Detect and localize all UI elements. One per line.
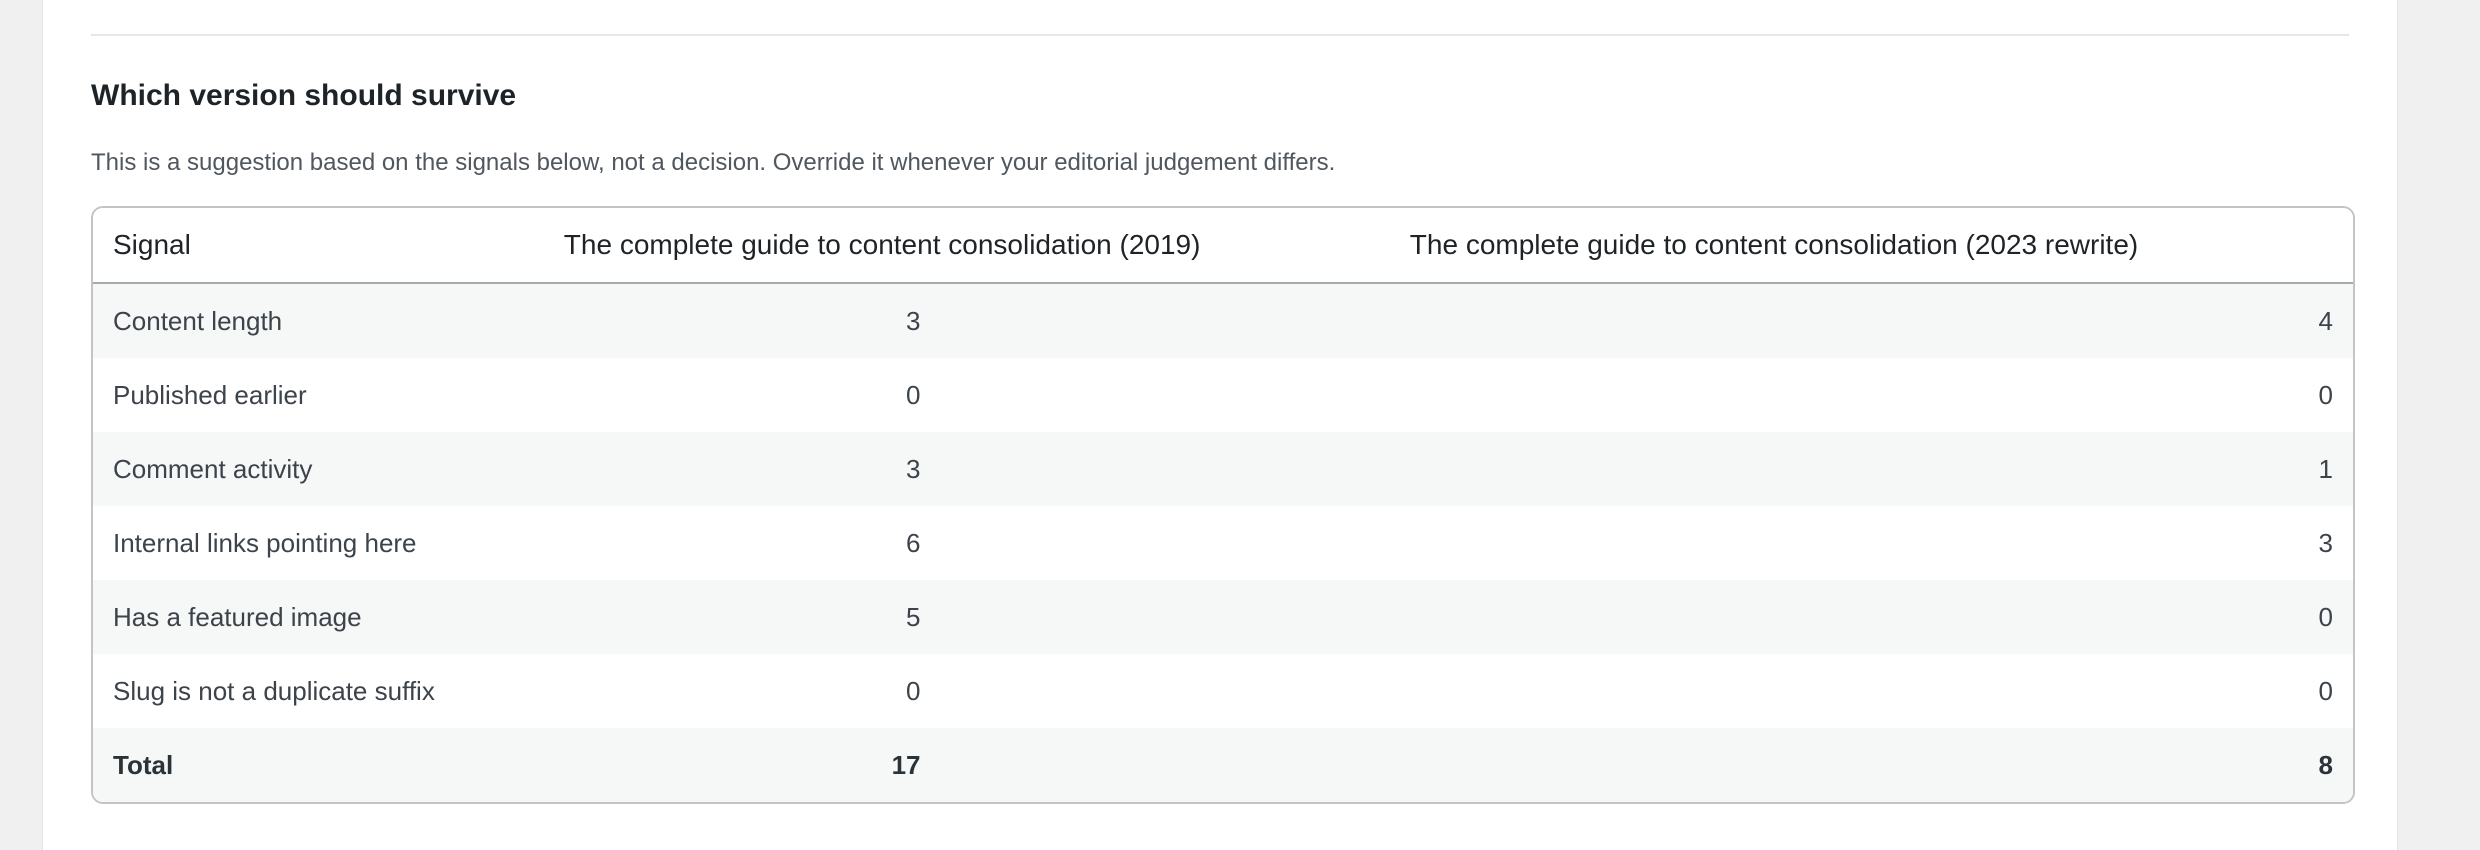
column-header-version-b: The complete guide to content consolidat… xyxy=(1409,229,2139,260)
table-row: Internal links pointing here 6 3 xyxy=(93,506,2353,580)
version-b-score: 1 xyxy=(940,432,2353,506)
signal-label: Has a featured image xyxy=(93,580,544,654)
table-row: Has a featured image 5 0 xyxy=(93,580,2353,654)
signal-label: Internal links pointing here xyxy=(93,506,544,580)
column-header-signal: Signal xyxy=(93,208,544,284)
signal-label: Content length xyxy=(93,283,544,358)
version-b-score: 0 xyxy=(940,580,2353,654)
version-b-total: 8 xyxy=(940,728,2353,802)
version-a-score: 3 xyxy=(543,432,941,506)
section-title: Which version should survive xyxy=(91,79,517,112)
table-row: Published earlier 0 0 xyxy=(93,358,2353,432)
signal-label: Comment activity xyxy=(93,432,544,506)
version-a-score: 6 xyxy=(543,506,941,580)
table-row: Content length 3 4 xyxy=(93,283,2353,358)
total-label: Total xyxy=(93,728,544,802)
signals-table: Signal The complete guide to content con… xyxy=(91,206,2355,804)
content-panel: Which version should survive This is a s… xyxy=(42,0,2398,850)
signal-label: Slug is not a duplicate suffix xyxy=(93,654,544,728)
version-a-score: 0 xyxy=(543,654,941,728)
version-b-score: 0 xyxy=(940,358,2353,432)
version-b-score: 0 xyxy=(940,654,2353,728)
version-a-score: 0 xyxy=(543,358,941,432)
version-b-score: 3 xyxy=(940,506,2353,580)
section-divider xyxy=(91,34,2349,36)
version-a-total: 17 xyxy=(543,728,941,802)
column-headers-versions: The complete guide to content consolidat… xyxy=(543,208,2353,284)
total-row: Total 17 8 xyxy=(93,728,2353,802)
column-header-version-a: The complete guide to content consolidat… xyxy=(563,229,1201,260)
version-a-score: 3 xyxy=(543,283,941,358)
table-row: Comment activity 3 1 xyxy=(93,432,2353,506)
table-row: Slug is not a duplicate suffix 0 0 xyxy=(93,654,2353,728)
signal-label: Published earlier xyxy=(93,358,544,432)
version-b-score: 4 xyxy=(940,283,2353,358)
table-header-row: Signal The complete guide to content con… xyxy=(93,208,2353,284)
version-a-score: 5 xyxy=(543,580,941,654)
section-description: This is a suggestion based on the signal… xyxy=(91,149,1336,176)
